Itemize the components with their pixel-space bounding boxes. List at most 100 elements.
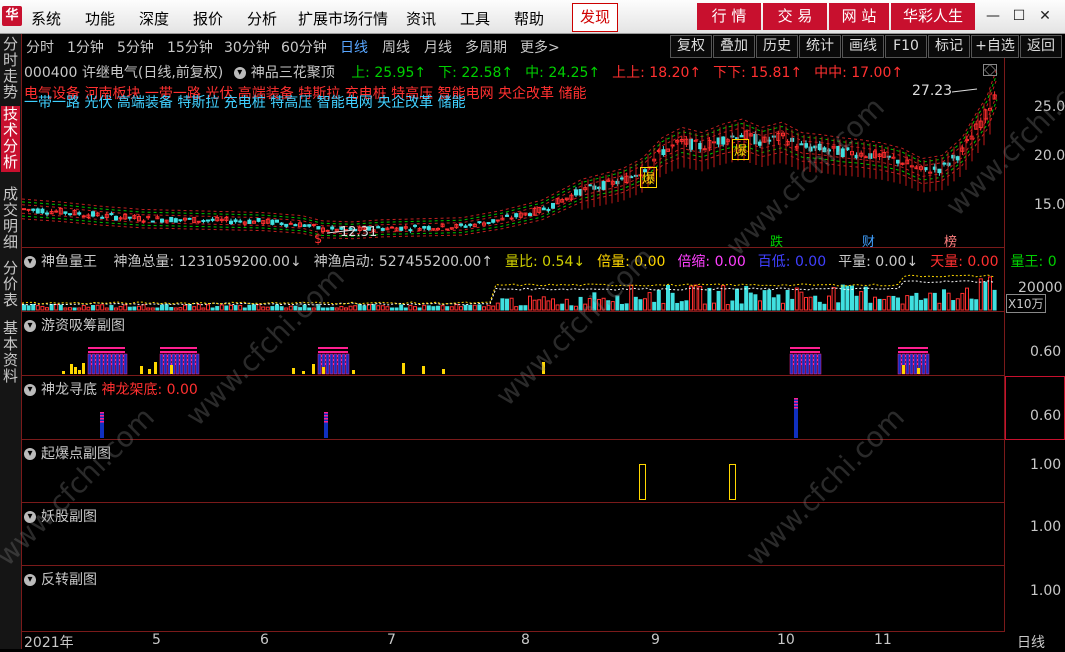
volume-indicator-value-8: 量王: 0 (1010, 254, 1057, 270)
volume-bar (873, 296, 877, 311)
history-button[interactable]: 历史 (756, 35, 798, 58)
menu-depth[interactable]: 深度 (139, 8, 169, 29)
menu-tools[interactable]: 工具 (460, 8, 490, 29)
overlay-button[interactable]: 叠加 (713, 35, 755, 58)
market-button[interactable]: 行 情 (697, 3, 761, 30)
volume-bar (187, 304, 192, 311)
volume-bar (417, 307, 422, 311)
period-multi[interactable]: 多周期 (465, 37, 507, 57)
candle-body (942, 162, 946, 165)
volume-pane[interactable]: ▾ 神鱼量王 神渔总量: 1231059200.00↓ 神渔启动: 52745520… (22, 248, 1057, 311)
period-5min[interactable]: 5分钟 (117, 37, 154, 57)
period-15min[interactable]: 15分钟 (167, 37, 213, 57)
volume-bar (675, 302, 680, 311)
menu-discover[interactable]: 发现 (572, 3, 618, 32)
main-chart-pane[interactable]: 000400 许继电气(日线,前复权) ▾ 神品三花聚顶 上: 25.95↑ 下: … (22, 59, 1004, 250)
volume-bar (495, 302, 500, 311)
period-60min[interactable]: 60分钟 (281, 37, 327, 57)
huacai-life-button[interactable]: 华彩人生 (891, 3, 975, 30)
low-price-label: 12.31 (340, 225, 378, 240)
statistics-button[interactable]: 统计 (799, 35, 841, 58)
menu-function[interactable]: 功能 (85, 8, 115, 29)
youzi-band (318, 351, 348, 353)
candle-body (408, 229, 413, 232)
signal-marker-baozhang-2: 爆 (732, 139, 750, 160)
mark-button[interactable]: 标记 (928, 35, 970, 58)
volume-bar (500, 298, 505, 311)
candle-body (284, 223, 289, 227)
candle-body (601, 181, 606, 190)
candle-body (486, 222, 491, 225)
adjust-button[interactable]: 复权 (670, 35, 712, 58)
maximize-icon[interactable]: ☐ (1007, 6, 1031, 26)
volume-bar (422, 304, 427, 311)
period-daily[interactable]: 日线 (340, 37, 368, 57)
tab-fundamentals[interactable]: 基本资料 (1, 320, 20, 386)
tab-intraday[interactable]: 分时走势 (1, 36, 20, 100)
period-intraday[interactable]: 分时 (26, 37, 54, 57)
volume-bar (146, 307, 151, 311)
add-watchlist-button[interactable]: +自选 (971, 35, 1019, 58)
volume-bar (344, 307, 348, 311)
menu-help[interactable]: 帮助 (514, 8, 544, 29)
menu-quote[interactable]: 报价 (193, 8, 223, 29)
volume-bar (178, 307, 183, 311)
youzi-yellow-bar (82, 363, 85, 374)
volume-bar (518, 305, 523, 311)
volume-bar (992, 289, 997, 311)
youzi-band (318, 347, 348, 349)
candle-body (426, 226, 431, 230)
tab-price-table[interactable]: 分价表 (1, 260, 20, 310)
explosion-signal-1 (639, 464, 646, 500)
volume-bar (229, 304, 233, 311)
candle-body (509, 217, 514, 220)
youzi-yellow-bar (442, 369, 445, 374)
draw-button[interactable]: 画线 (842, 35, 884, 58)
volume-bar (49, 303, 54, 311)
volume-bar (183, 304, 187, 311)
volume-bar (684, 300, 689, 311)
volume-bar (716, 290, 721, 311)
period-monthly[interactable]: 月线 (424, 37, 452, 57)
period-weekly[interactable]: 周线 (382, 37, 410, 57)
back-button[interactable]: 返回 (1020, 35, 1062, 58)
period-more[interactable]: 更多> (520, 37, 560, 57)
candle-body (955, 156, 960, 161)
subpane-yaogu[interactable]: ▾ 妖股副图 (22, 503, 1004, 565)
candle-body (54, 210, 59, 213)
tab-technical-analysis[interactable]: 技术分析 (1, 106, 20, 172)
menu-analysis[interactable]: 分析 (247, 8, 277, 29)
period-30min[interactable]: 30分钟 (224, 37, 270, 57)
volume-bar (781, 302, 785, 311)
date-axis: 2021年 5 6 7 8 9 10 11 (21, 631, 1004, 651)
close-icon[interactable]: ✕ (1033, 6, 1057, 26)
website-button[interactable]: 网 站 (829, 3, 889, 30)
tab-trade-details[interactable]: 成交明细 (1, 186, 20, 250)
menu-extended-market[interactable]: 扩展市场行情 (298, 8, 388, 29)
candle-body (302, 224, 307, 227)
volume-bar (514, 306, 519, 311)
subpane-fanzhuan[interactable]: ▾ 反转副图 (22, 566, 1004, 630)
minimize-icon[interactable]: — (981, 6, 1005, 26)
shenlong-stripe (100, 412, 104, 414)
period-indicator: 日线 (1017, 635, 1045, 651)
youzi-bar (798, 354, 801, 374)
volume-bar (215, 306, 220, 311)
candle-body (491, 219, 496, 223)
period-1min[interactable]: 1分钟 (67, 37, 104, 57)
candle-body (445, 228, 450, 231)
trade-button[interactable]: 交 易 (763, 3, 827, 30)
panel-toggle-icon[interactable] (983, 64, 997, 76)
subpane5-settings-icon[interactable]: ▾ (24, 574, 36, 586)
menu-news[interactable]: 资讯 (406, 8, 436, 29)
youzi-bar (100, 354, 103, 374)
volume-bar (31, 303, 36, 311)
youzi-bar (338, 354, 341, 374)
volume-bar (449, 306, 454, 311)
subpane3-settings-icon[interactable]: ▾ (24, 448, 36, 460)
youzi-bar (818, 354, 821, 374)
f10-button[interactable]: F10 (885, 35, 927, 58)
menu-system[interactable]: 系统 (31, 8, 61, 29)
candle-body (279, 222, 284, 226)
candle-body (233, 219, 238, 223)
